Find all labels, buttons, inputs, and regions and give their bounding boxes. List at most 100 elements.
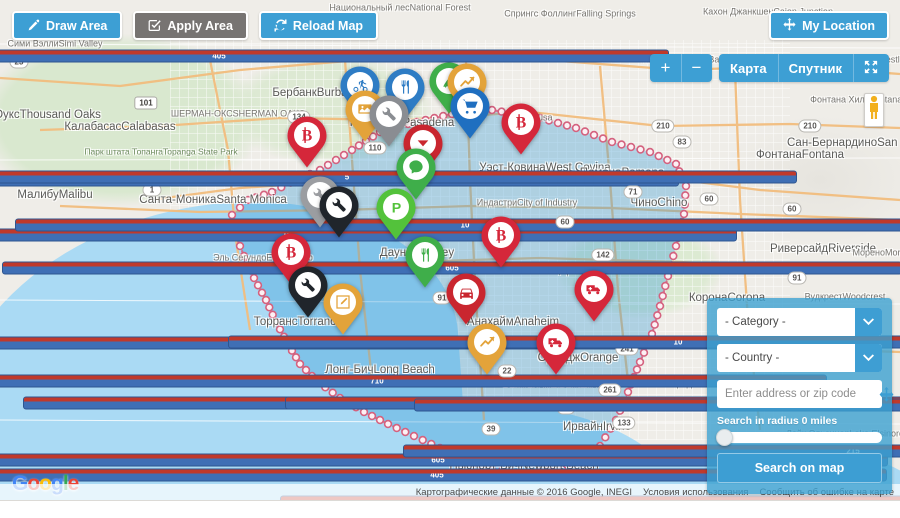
radius-slider[interactable] <box>716 429 882 446</box>
polygon-vertex-dot[interactable] <box>635 357 645 367</box>
map-marker[interactable] <box>288 266 328 318</box>
search-on-map-button[interactable]: Search on map <box>717 453 882 483</box>
polygon-vertex-dot[interactable] <box>681 191 690 200</box>
polygon-vertex-dot[interactable] <box>650 320 659 329</box>
map-marker[interactable] <box>450 87 490 139</box>
map-marker[interactable] <box>467 323 507 375</box>
polygon-vertex-dot[interactable] <box>658 291 667 301</box>
polygon-vertex-dot[interactable] <box>265 303 274 312</box>
country-select[interactable]: - Country - <box>717 344 882 372</box>
polygon-vertex-dot[interactable] <box>418 435 427 445</box>
polygon-vertex-dot[interactable] <box>383 419 393 429</box>
polygon-vertex-dot[interactable] <box>680 200 689 209</box>
fullscreen-button[interactable] <box>853 54 889 82</box>
polygon-vertex-dot[interactable] <box>249 273 259 283</box>
address-input[interactable] <box>717 381 879 407</box>
polygon-vertex-dot[interactable] <box>598 134 608 143</box>
polygon-vertex-dot[interactable] <box>669 251 678 261</box>
polygon-vertex-dot[interactable] <box>607 137 617 147</box>
polygon-vertex-dot[interactable] <box>268 310 277 319</box>
polygon-vertex-dot[interactable] <box>645 147 655 157</box>
polygon-vertex-dot[interactable] <box>544 116 554 125</box>
polygon-vertex-dot[interactable] <box>271 317 281 327</box>
locate-me-icon[interactable] <box>879 386 894 402</box>
polygon-vertex-dot[interactable] <box>257 288 267 297</box>
polygon-vertex-dot[interactable] <box>401 427 410 437</box>
reload-map-button[interactable]: Reload Map <box>258 11 379 40</box>
draw-area-button[interactable]: Draw Area <box>12 11 123 40</box>
map-marker[interactable] <box>323 283 363 335</box>
radius-slider-handle[interactable] <box>716 429 733 446</box>
wrench-icon <box>326 192 352 218</box>
map-type-satellite-button[interactable]: Спутник <box>778 54 853 82</box>
polygon-vertex-dot[interactable] <box>626 142 636 152</box>
polygon-vertex-dot[interactable] <box>679 209 689 219</box>
map-marker[interactable] <box>405 236 445 288</box>
street-view-pegman[interactable] <box>864 93 884 127</box>
polygon-vertex-dot[interactable] <box>655 301 665 311</box>
polygon-vertex-dot[interactable] <box>636 145 645 154</box>
zoom-out-button[interactable]: − <box>681 54 712 82</box>
map-type-roadmap-button[interactable]: Карта <box>719 54 778 82</box>
polygon-vertex-dot[interactable] <box>663 155 672 165</box>
polygon-vertex-dot[interactable] <box>243 195 253 205</box>
chevron-down-icon[interactable] <box>855 308 882 336</box>
chevron-down-icon[interactable] <box>855 344 882 372</box>
polygon-vertex-dot[interactable] <box>375 415 385 425</box>
polygon-vertex-dot[interactable] <box>291 353 301 362</box>
polygon-vertex-dot[interactable] <box>553 118 563 128</box>
polygon-vertex-dot[interactable] <box>328 388 337 397</box>
polygon-vertex-dot[interactable] <box>261 295 271 305</box>
refresh-icon <box>274 19 287 32</box>
polygon-vertex-dot[interactable] <box>639 348 649 357</box>
polygon-vertex-dot[interactable] <box>359 407 369 417</box>
map-application: Таузенд-ОуксThousand OaksКалабасасCalaba… <box>0 0 900 518</box>
polygon-vertex-dot[interactable] <box>571 123 581 133</box>
polygon-vertex-dot[interactable] <box>347 145 357 155</box>
polygon-vertex-dot[interactable] <box>354 141 364 150</box>
polygon-vertex-dot[interactable] <box>654 151 663 161</box>
polygon-vertex-dot[interactable] <box>653 311 662 320</box>
polygon-vertex-dot[interactable] <box>301 365 311 375</box>
polygon-vertex-dot[interactable] <box>267 187 277 197</box>
map-marker[interactable] <box>446 273 486 325</box>
polygon-vertex-dot[interactable] <box>623 387 633 397</box>
polygon-vertex-dot[interactable] <box>259 190 269 199</box>
map-marker[interactable] <box>536 323 576 375</box>
polygon-vertex-dot[interactable] <box>617 140 626 149</box>
polygon-vertex-dot[interactable] <box>409 431 419 441</box>
polygon-vertex-dot[interactable] <box>632 365 642 374</box>
zoom-in-button[interactable]: + <box>650 54 681 82</box>
polygon-vertex-dot[interactable] <box>339 150 349 160</box>
polygon-vertex-dot[interactable] <box>589 130 599 140</box>
polygon-vertex-dot[interactable] <box>430 113 439 123</box>
polygon-vertex-dot[interactable] <box>239 251 249 261</box>
category-select[interactable]: - Category - <box>717 308 882 336</box>
map-marker[interactable]: B <box>501 103 541 155</box>
polygon-vertex-dot[interactable] <box>392 423 401 433</box>
map-marker[interactable]: B <box>481 216 521 268</box>
polygon-vertex-dot[interactable] <box>295 359 305 369</box>
polygon-vertex-dot[interactable] <box>580 127 590 136</box>
map-marker[interactable]: P <box>376 188 416 240</box>
my-location-button[interactable]: My Location <box>769 11 889 40</box>
polygon-vertex-dot[interactable] <box>671 159 681 169</box>
polygon-vertex-dot[interactable] <box>601 433 610 442</box>
map-marker[interactable]: B <box>287 116 327 168</box>
polygon-vertex-dot[interactable] <box>235 203 245 212</box>
map-marker[interactable] <box>574 270 614 322</box>
polygon-vertex-dot[interactable] <box>671 241 681 251</box>
polygon-vertex-dot[interactable] <box>275 325 285 334</box>
map-marker[interactable] <box>319 186 359 238</box>
polygon-vertex-dot[interactable] <box>681 181 691 191</box>
polygon-vertex-dot[interactable] <box>367 411 377 421</box>
polygon-vertex-dot[interactable] <box>253 281 263 290</box>
polygon-vertex-dot[interactable] <box>331 155 341 165</box>
polygon-vertex-dot[interactable] <box>235 241 245 251</box>
polygon-vertex-dot[interactable] <box>251 193 261 202</box>
chat-icon <box>403 154 429 180</box>
polygon-vertex-dot[interactable] <box>661 281 670 291</box>
apply-area-button[interactable]: Apply Area <box>133 11 248 40</box>
polygon-vertex-dot[interactable] <box>227 210 237 220</box>
polygon-vertex-dot[interactable] <box>562 121 572 130</box>
